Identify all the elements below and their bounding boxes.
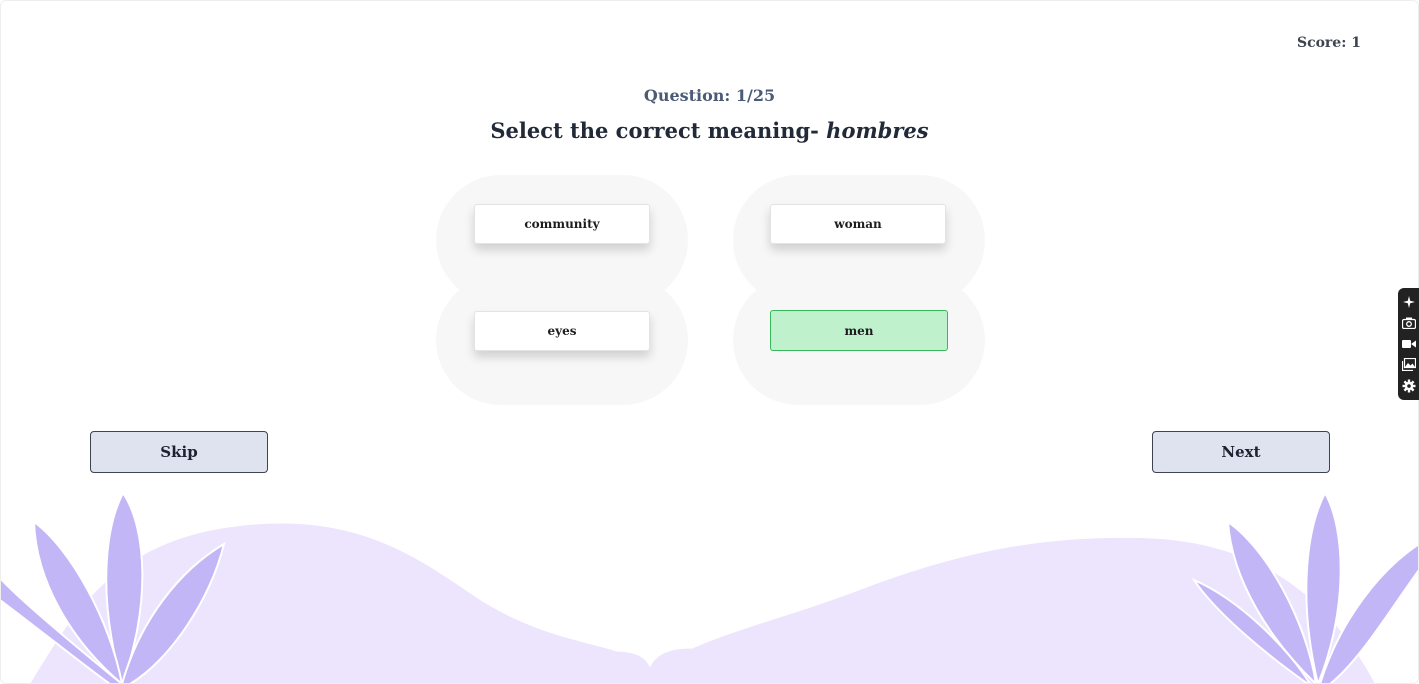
score-label: Score: 1	[1296, 35, 1361, 51]
option-label: eyes	[547, 324, 577, 338]
video-icon[interactable]	[1401, 336, 1417, 352]
camera-icon[interactable]	[1401, 315, 1417, 331]
right-hill	[640, 537, 1375, 684]
sparkle-icon[interactable]	[1401, 294, 1417, 310]
option-button-woman[interactable]: woman	[770, 204, 946, 244]
right-plant	[1191, 490, 1419, 684]
question-prompt: Select the correct meaning- hombres	[0, 118, 1419, 143]
question-counter: Question: 1/25	[643, 86, 776, 105]
option-label: community	[524, 217, 600, 231]
option-button-community[interactable]: community	[474, 204, 650, 244]
gear-icon[interactable]	[1401, 378, 1417, 394]
quiz-page: Score: 1 Question: 1/25 Select the corre…	[0, 0, 1419, 684]
side-toolbar	[1398, 288, 1419, 400]
left-hill	[30, 523, 650, 684]
left-plant	[0, 491, 226, 684]
center-hill-fill	[520, 648, 780, 684]
option-button-men-correct[interactable]: men	[770, 310, 948, 351]
next-button[interactable]: Next	[1152, 431, 1330, 473]
prompt-word: hombres	[826, 118, 929, 143]
skip-button[interactable]: Skip	[90, 431, 268, 473]
option-label: woman	[834, 217, 882, 231]
option-button-eyes[interactable]: eyes	[474, 311, 650, 351]
prompt-prefix: Select the correct meaning-	[490, 118, 827, 143]
gallery-icon[interactable]	[1401, 357, 1417, 373]
skip-button-label: Skip	[160, 443, 198, 461]
next-button-label: Next	[1221, 443, 1261, 461]
option-label: men	[844, 323, 874, 338]
